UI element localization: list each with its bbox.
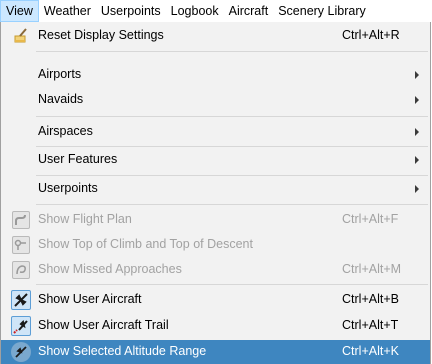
menu-item-reset-display-settings[interactable]: Reset Display Settings Ctrl+Alt+R	[1, 24, 430, 48]
altitude-range-icon	[11, 342, 31, 362]
menu-item-label: Reset Display Settings	[38, 28, 164, 42]
menu-item-show-user-aircraft[interactable]: Show User Aircraft Ctrl+Alt+B	[1, 288, 430, 312]
menu-item-shortcut: Ctrl+Alt+T	[342, 318, 399, 332]
menu-item-label: Show Missed Approaches	[38, 262, 182, 276]
menu-scenery-library[interactable]: Scenery Library	[273, 0, 371, 22]
submenu-arrow-icon	[415, 96, 419, 104]
menu-item-shortcut: Ctrl+Alt+M	[342, 262, 402, 276]
menu-item-airspaces[interactable]: Airspaces	[1, 120, 430, 144]
submenu-arrow-icon	[415, 71, 419, 79]
user-aircraft-icon	[11, 290, 31, 310]
flight-plan-icon	[11, 210, 31, 230]
menu-item-shortcut: Ctrl+Alt+R	[342, 28, 400, 42]
menu-view[interactable]: View	[0, 0, 39, 22]
menu-aircraft[interactable]: Aircraft	[224, 0, 274, 22]
menu-bar: View Weather Userpoints Logbook Aircraft…	[0, 0, 432, 22]
menu-item-label: Airspaces	[38, 124, 93, 138]
menu-item-label: Show Selected Altitude Range	[38, 344, 207, 358]
menu-item-label: User Features	[38, 152, 118, 166]
menu-item-label: Show User Aircraft Trail	[38, 318, 169, 332]
menu-separator	[36, 204, 428, 205]
menu-item-label: Show Top of Climb and Top of Descent	[38, 237, 253, 251]
menu-separator	[36, 146, 428, 147]
top-of-climb-icon	[11, 235, 31, 255]
aircraft-trail-icon	[11, 316, 31, 336]
menu-weather[interactable]: Weather	[39, 0, 96, 22]
menu-item-shortcut: Ctrl+Alt+F	[342, 212, 399, 226]
menu-item-user-features[interactable]: User Features	[1, 148, 430, 172]
menu-item-navaids[interactable]: Navaids	[1, 88, 430, 112]
menu-item-label: Airports	[38, 67, 82, 81]
menu-logbook[interactable]: Logbook	[166, 0, 224, 22]
menu-separator	[36, 51, 428, 52]
menu-item-label: Userpoints	[38, 181, 98, 195]
menu-item-label: Navaids	[38, 92, 84, 106]
menu-item-airports[interactable]: Airports	[1, 63, 430, 87]
menu-separator	[36, 284, 428, 285]
menu-item-label: Show Flight Plan	[38, 212, 132, 226]
submenu-arrow-icon	[415, 185, 419, 193]
menu-item-show-missed-approaches[interactable]: Show Missed Approaches Ctrl+Alt+M	[1, 258, 430, 282]
missed-approach-icon	[11, 260, 31, 280]
menu-item-show-flight-plan[interactable]: Show Flight Plan Ctrl+Alt+F	[1, 208, 430, 232]
submenu-arrow-icon	[415, 128, 419, 136]
menu-item-show-selected-altitude-range[interactable]: Show Selected Altitude Range Ctrl+Alt+K	[1, 340, 430, 364]
menu-item-userpoints[interactable]: Userpoints	[1, 177, 430, 201]
menu-userpoints[interactable]: Userpoints	[96, 0, 166, 22]
menu-item-shortcut: Ctrl+Alt+B	[342, 292, 399, 306]
view-dropdown-menu: Reset Display Settings Ctrl+Alt+R Airpor…	[0, 22, 431, 364]
brush-icon	[11, 26, 31, 46]
menu-separator	[36, 116, 428, 117]
submenu-arrow-icon	[415, 156, 419, 164]
menu-item-shortcut: Ctrl+Alt+K	[342, 344, 399, 358]
menu-item-show-top-of-climb[interactable]: Show Top of Climb and Top of Descent	[1, 233, 430, 257]
menu-item-label: Show User Aircraft	[38, 292, 142, 306]
menu-separator	[36, 175, 428, 176]
menu-item-show-user-aircraft-trail[interactable]: Show User Aircraft Trail Ctrl+Alt+T	[1, 314, 430, 338]
